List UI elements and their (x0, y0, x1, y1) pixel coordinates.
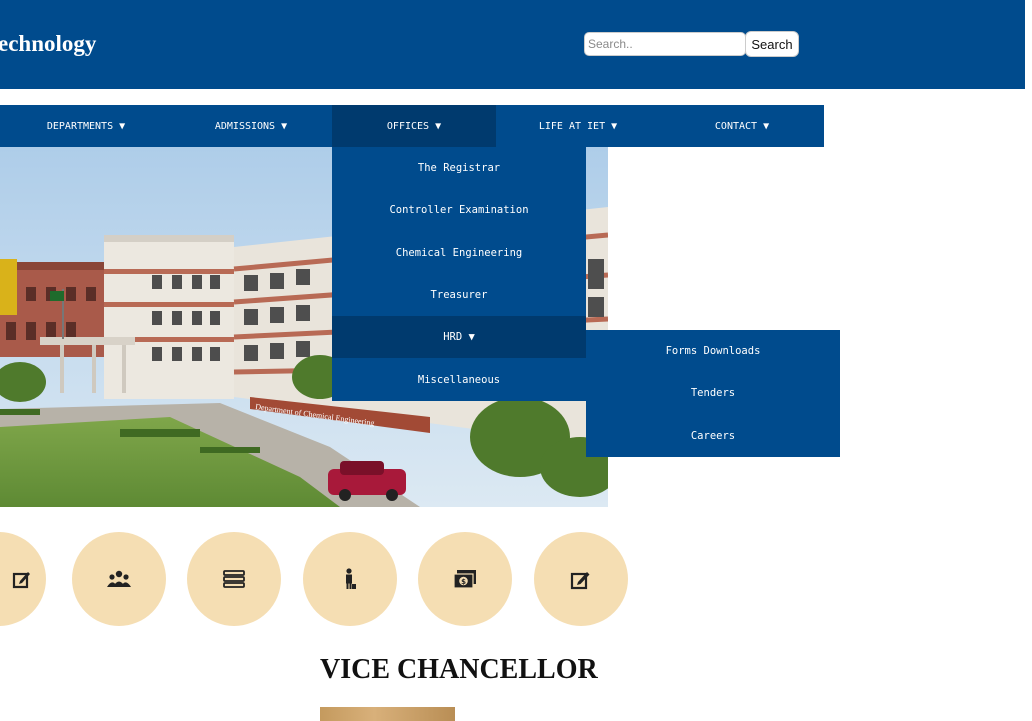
submenu-item-tenders[interactable]: Tenders (586, 372, 840, 414)
dropdown-item-registrar[interactable]: The Registrar (332, 147, 586, 189)
vice-chancellor-heading: VICE CHANCELLOR (320, 654, 598, 685)
submenu-item-careers[interactable]: Careers (586, 415, 840, 457)
books-icon (223, 570, 245, 588)
hrd-submenu: Forms Downloads Tenders Careers (586, 330, 840, 457)
edit-icon (12, 569, 32, 589)
person-icon (343, 568, 357, 590)
dropdown-item-controller-examination[interactable]: Controller Examination (332, 189, 586, 231)
quick-link-people[interactable] (72, 532, 166, 626)
search-input[interactable] (584, 32, 746, 56)
site-header: echnology Search (0, 0, 1025, 89)
nav-item-contact[interactable]: CONTACT ▼ (660, 105, 824, 147)
nav-item-departments[interactable]: DEPARTMENTS ▼ (0, 105, 172, 147)
money-icon: $ (453, 569, 477, 589)
dropdown-item-miscellaneous[interactable]: Miscellaneous (332, 358, 586, 400)
search-button[interactable]: Search (745, 31, 799, 57)
site-title[interactable]: echnology (0, 30, 96, 58)
users-icon (107, 569, 131, 589)
quick-link-books[interactable] (187, 532, 281, 626)
nav-item-offices[interactable]: OFFICES ▼ (332, 105, 496, 147)
dropdown-item-hrd[interactable]: HRD ▼ (332, 316, 586, 359)
quick-link-edit-partial[interactable] (0, 532, 46, 626)
dropdown-item-treasurer[interactable]: Treasurer (332, 274, 586, 316)
dropdown-item-chemical-engineering[interactable]: Chemical Engineering (332, 232, 586, 274)
nav-item-life-at-iet[interactable]: LIFE AT IET ▼ (496, 105, 660, 147)
edit-icon (570, 568, 592, 590)
vice-chancellor-photo (320, 707, 455, 721)
nav-item-admissions[interactable]: ADMISSIONS ▼ (165, 105, 337, 147)
main-nav: DEPARTMENTS ▼ ADMISSIONS ▼ OFFICES ▼ LIF… (0, 105, 824, 147)
svg-text:$: $ (461, 578, 466, 586)
submenu-item-forms-downloads[interactable]: Forms Downloads (586, 330, 840, 372)
quick-link-edit[interactable] (534, 532, 628, 626)
offices-dropdown: The Registrar Controller Examination Che… (332, 147, 586, 401)
quick-link-person[interactable] (303, 532, 397, 626)
quick-link-fees[interactable]: $ (418, 532, 512, 626)
